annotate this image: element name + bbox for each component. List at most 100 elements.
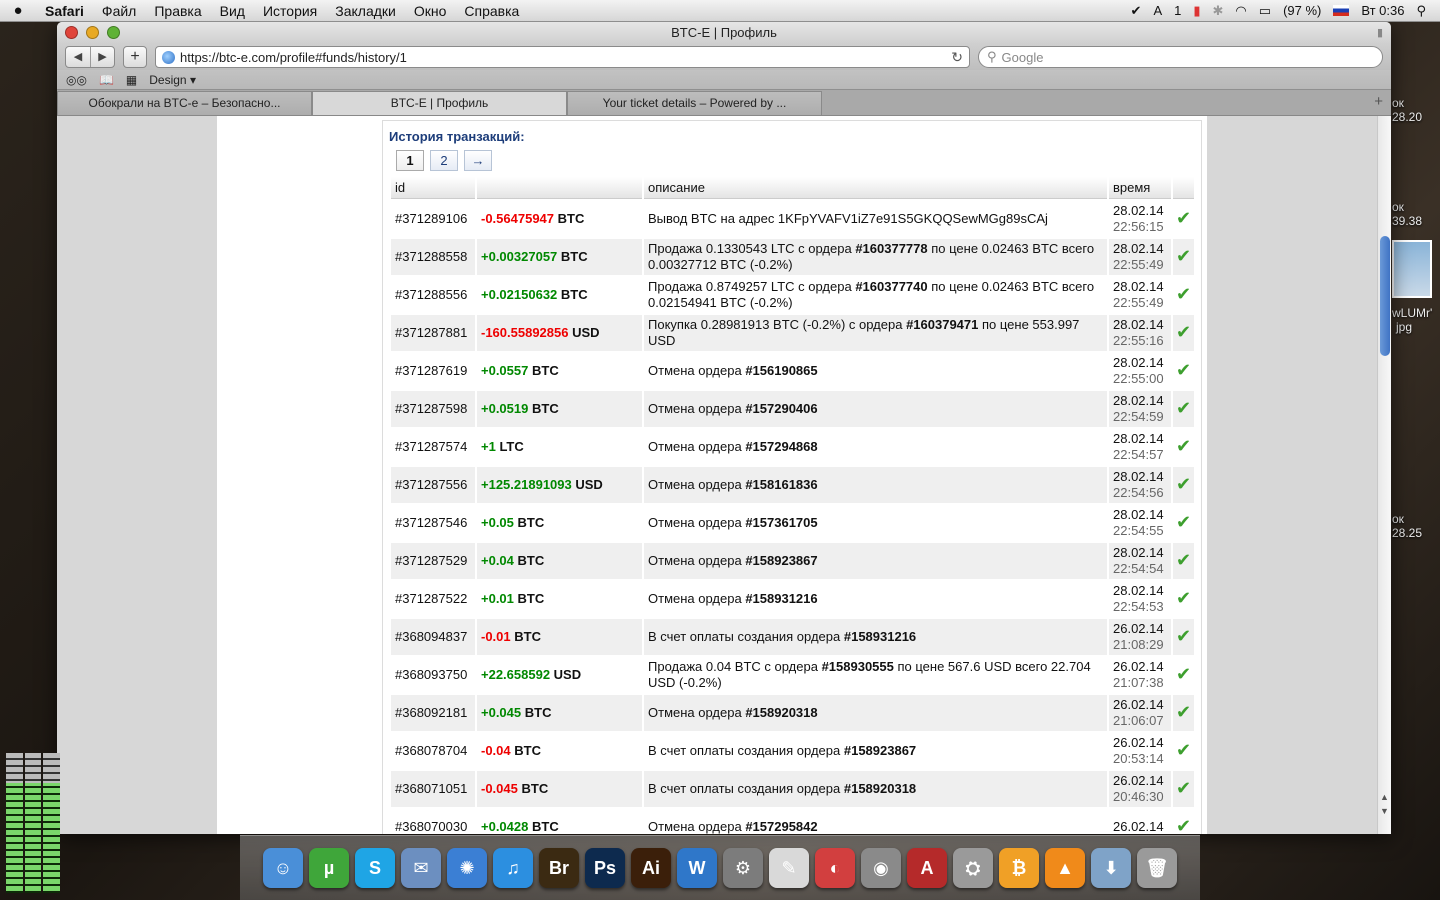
transaction-date: 28.02.14 (1113, 355, 1164, 370)
order-number: #158161836 (745, 477, 818, 492)
transaction-description: В счет оплаты создания ордера #158931216 (644, 619, 1107, 655)
scroll-up-arrow-icon[interactable]: ▲ (1380, 792, 1389, 802)
description-text: Продажа 0.04 BTC с ордера (648, 659, 822, 674)
transaction-history-panel: История транзакций: 1 2 → id описание вр… (382, 120, 1202, 834)
description-text: Продажа 0.8749257 LTC с ордера (648, 279, 856, 294)
page-2-button[interactable]: 2 (430, 150, 458, 171)
transaction-id: #371287574 (391, 429, 475, 465)
menu-edit[interactable]: Правка (145, 3, 210, 19)
back-button[interactable]: ◀ (66, 47, 90, 67)
transaction-clock: 22:55:16 (1113, 333, 1164, 348)
order-number: #158920318 (745, 705, 818, 720)
checkmark-icon: ✔ (1175, 702, 1192, 722)
reload-icon[interactable]: ↻ (951, 49, 963, 66)
table-row: #371287529 +0.04 BTC Отмена ордера #158923… (391, 543, 1194, 579)
transaction-id: #371289106 (391, 201, 475, 237)
description-text: Отмена ордера (648, 401, 746, 416)
bookmark-design[interactable]: Design ▾ (149, 73, 196, 87)
search-field[interactable]: ⚲ Google (978, 46, 1383, 68)
desktop-label: ок (1392, 512, 1404, 526)
top-sites-grid-icon[interactable]: ▦ (126, 73, 137, 87)
scroll-down-arrow-icon[interactable]: ▼ (1380, 806, 1389, 816)
vlc-icon[interactable]: ▲ (1045, 848, 1085, 888)
minimize-window-button[interactable] (86, 26, 99, 39)
amount-currency: USD (575, 477, 603, 492)
menu-view[interactable]: Вид (211, 3, 254, 19)
address-bar[interactable]: https://btc-e.com/profile#funds/history/… (155, 46, 970, 68)
activity-bars-icon[interactable]: ▮ (1193, 3, 1200, 19)
browser-toolbar: ◀ ▶ + https://btc-e.com/profile#funds/hi… (57, 44, 1391, 70)
forward-button[interactable]: ▶ (90, 47, 114, 67)
url-text[interactable]: https://btc-e.com/profile#funds/history/… (180, 50, 407, 65)
next-page-button[interactable]: → (464, 150, 492, 171)
bridge-icon[interactable]: Br (539, 848, 579, 888)
transaction-time: 26.02.14 20:53:14 (1109, 733, 1171, 769)
safari-icon[interactable]: ✺ (447, 848, 487, 888)
table-row: #371287598 +0.0519 BTC Отмена ордера #1572… (391, 391, 1194, 427)
zoom-window-button[interactable] (107, 26, 120, 39)
itunes-icon[interactable]: ♫ (493, 848, 533, 888)
wifi-icon[interactable]: ◠ (1235, 3, 1246, 19)
order-number: #156190865 (745, 363, 818, 378)
color-wheel-icon[interactable]: ◐ (815, 848, 855, 888)
apple-menu-icon[interactable]: ● (0, 2, 36, 19)
photoshop-icon[interactable]: Ps (585, 848, 625, 888)
add-bookmark-button[interactable]: + (123, 46, 147, 68)
menu-window[interactable]: Окно (405, 3, 456, 19)
desktop-label: 39.38 (1392, 214, 1423, 228)
spotlight-icon[interactable]: ⚲ (1416, 3, 1426, 19)
transaction-id: #368078704 (391, 733, 475, 769)
menu-bookmarks[interactable]: Закладки (326, 3, 405, 19)
bookmarks-book-icon[interactable]: 📖 (99, 73, 114, 87)
trash-icon[interactable]: 🗑 (1137, 848, 1177, 888)
textedit-icon[interactable]: ✎ (769, 848, 809, 888)
menu-help[interactable]: Справка (455, 3, 528, 19)
menu-history[interactable]: История (254, 3, 326, 19)
transaction-clock: 21:07:38 (1113, 675, 1164, 690)
battery-icon[interactable]: ▭ (1259, 3, 1271, 19)
skype-icon[interactable]: S (355, 848, 395, 888)
reading-list-icon[interactable]: ◎◎ (66, 73, 87, 87)
transaction-amount: +0.0519 BTC (477, 391, 642, 427)
amount-value: +0.02150632 (481, 287, 558, 302)
amount-currency: LTC (499, 439, 524, 454)
autocad-icon[interactable]: A (907, 848, 947, 888)
clock[interactable]: Вт 0:36 (1361, 3, 1404, 18)
menu-app-safari[interactable]: Safari (36, 3, 93, 19)
input-language-flag-icon[interactable] (1333, 5, 1350, 16)
close-window-button[interactable] (65, 26, 78, 39)
utorrent-icon[interactable]: µ (309, 848, 349, 888)
amount-currency: BTC (514, 743, 541, 758)
checkmark-icon: ✔ (1175, 322, 1192, 342)
system-preferences-icon[interactable]: ⚙ (723, 848, 763, 888)
downloads-folder-icon[interactable]: ⬇ (1091, 848, 1131, 888)
transaction-amount: +0.05 BTC (477, 505, 642, 541)
bitcoin-icon[interactable]: ₿ (999, 848, 1039, 888)
adobe-status-icon[interactable]: A (1153, 3, 1162, 18)
menu-file[interactable]: Файл (93, 3, 145, 19)
tab-btc-e-profile[interactable]: BTC-E | Профиль (312, 91, 567, 115)
illustrator-icon[interactable]: Ai (631, 848, 671, 888)
camera-icon[interactable]: ◉ (861, 848, 901, 888)
tab-btc-e-robbed[interactable]: Обокрали на BTC-e – Безопасно... (57, 91, 312, 115)
word-icon[interactable]: W (677, 848, 717, 888)
transaction-date: 26.02.14 (1113, 621, 1164, 636)
page-1-button[interactable]: 1 (396, 150, 424, 171)
vertical-scrollbar[interactable]: ▲ ▼ (1377, 116, 1391, 834)
finder-icon[interactable]: ☺ (263, 848, 303, 888)
desktop-file-thumbnail[interactable] (1392, 240, 1432, 298)
checkmark-icon: ✔ (1175, 778, 1192, 798)
description-text: Отмена ордера (648, 591, 746, 606)
scrollbar-thumb[interactable] (1380, 236, 1390, 356)
mail-icon[interactable]: ✉ (401, 848, 441, 888)
tab-ticket-details[interactable]: Your ticket details – Powered by ... (567, 91, 822, 115)
bluetooth-icon[interactable]: ✱ (1213, 3, 1224, 19)
disk-utility-icon[interactable]: ⛭ (953, 848, 993, 888)
adobe-status-count: 1 (1174, 3, 1182, 18)
bookmarks-bar: ◎◎ 📖 ▦ Design ▾ (57, 70, 1391, 90)
status-check-icon[interactable]: ✔ (1131, 3, 1142, 19)
new-tab-button[interactable]: + (1374, 93, 1383, 110)
amount-value: -0.045 (481, 781, 518, 796)
transaction-amount: -160.55892856 USD (477, 315, 642, 351)
page-viewport: История транзакций: 1 2 → id описание вр… (57, 116, 1377, 834)
